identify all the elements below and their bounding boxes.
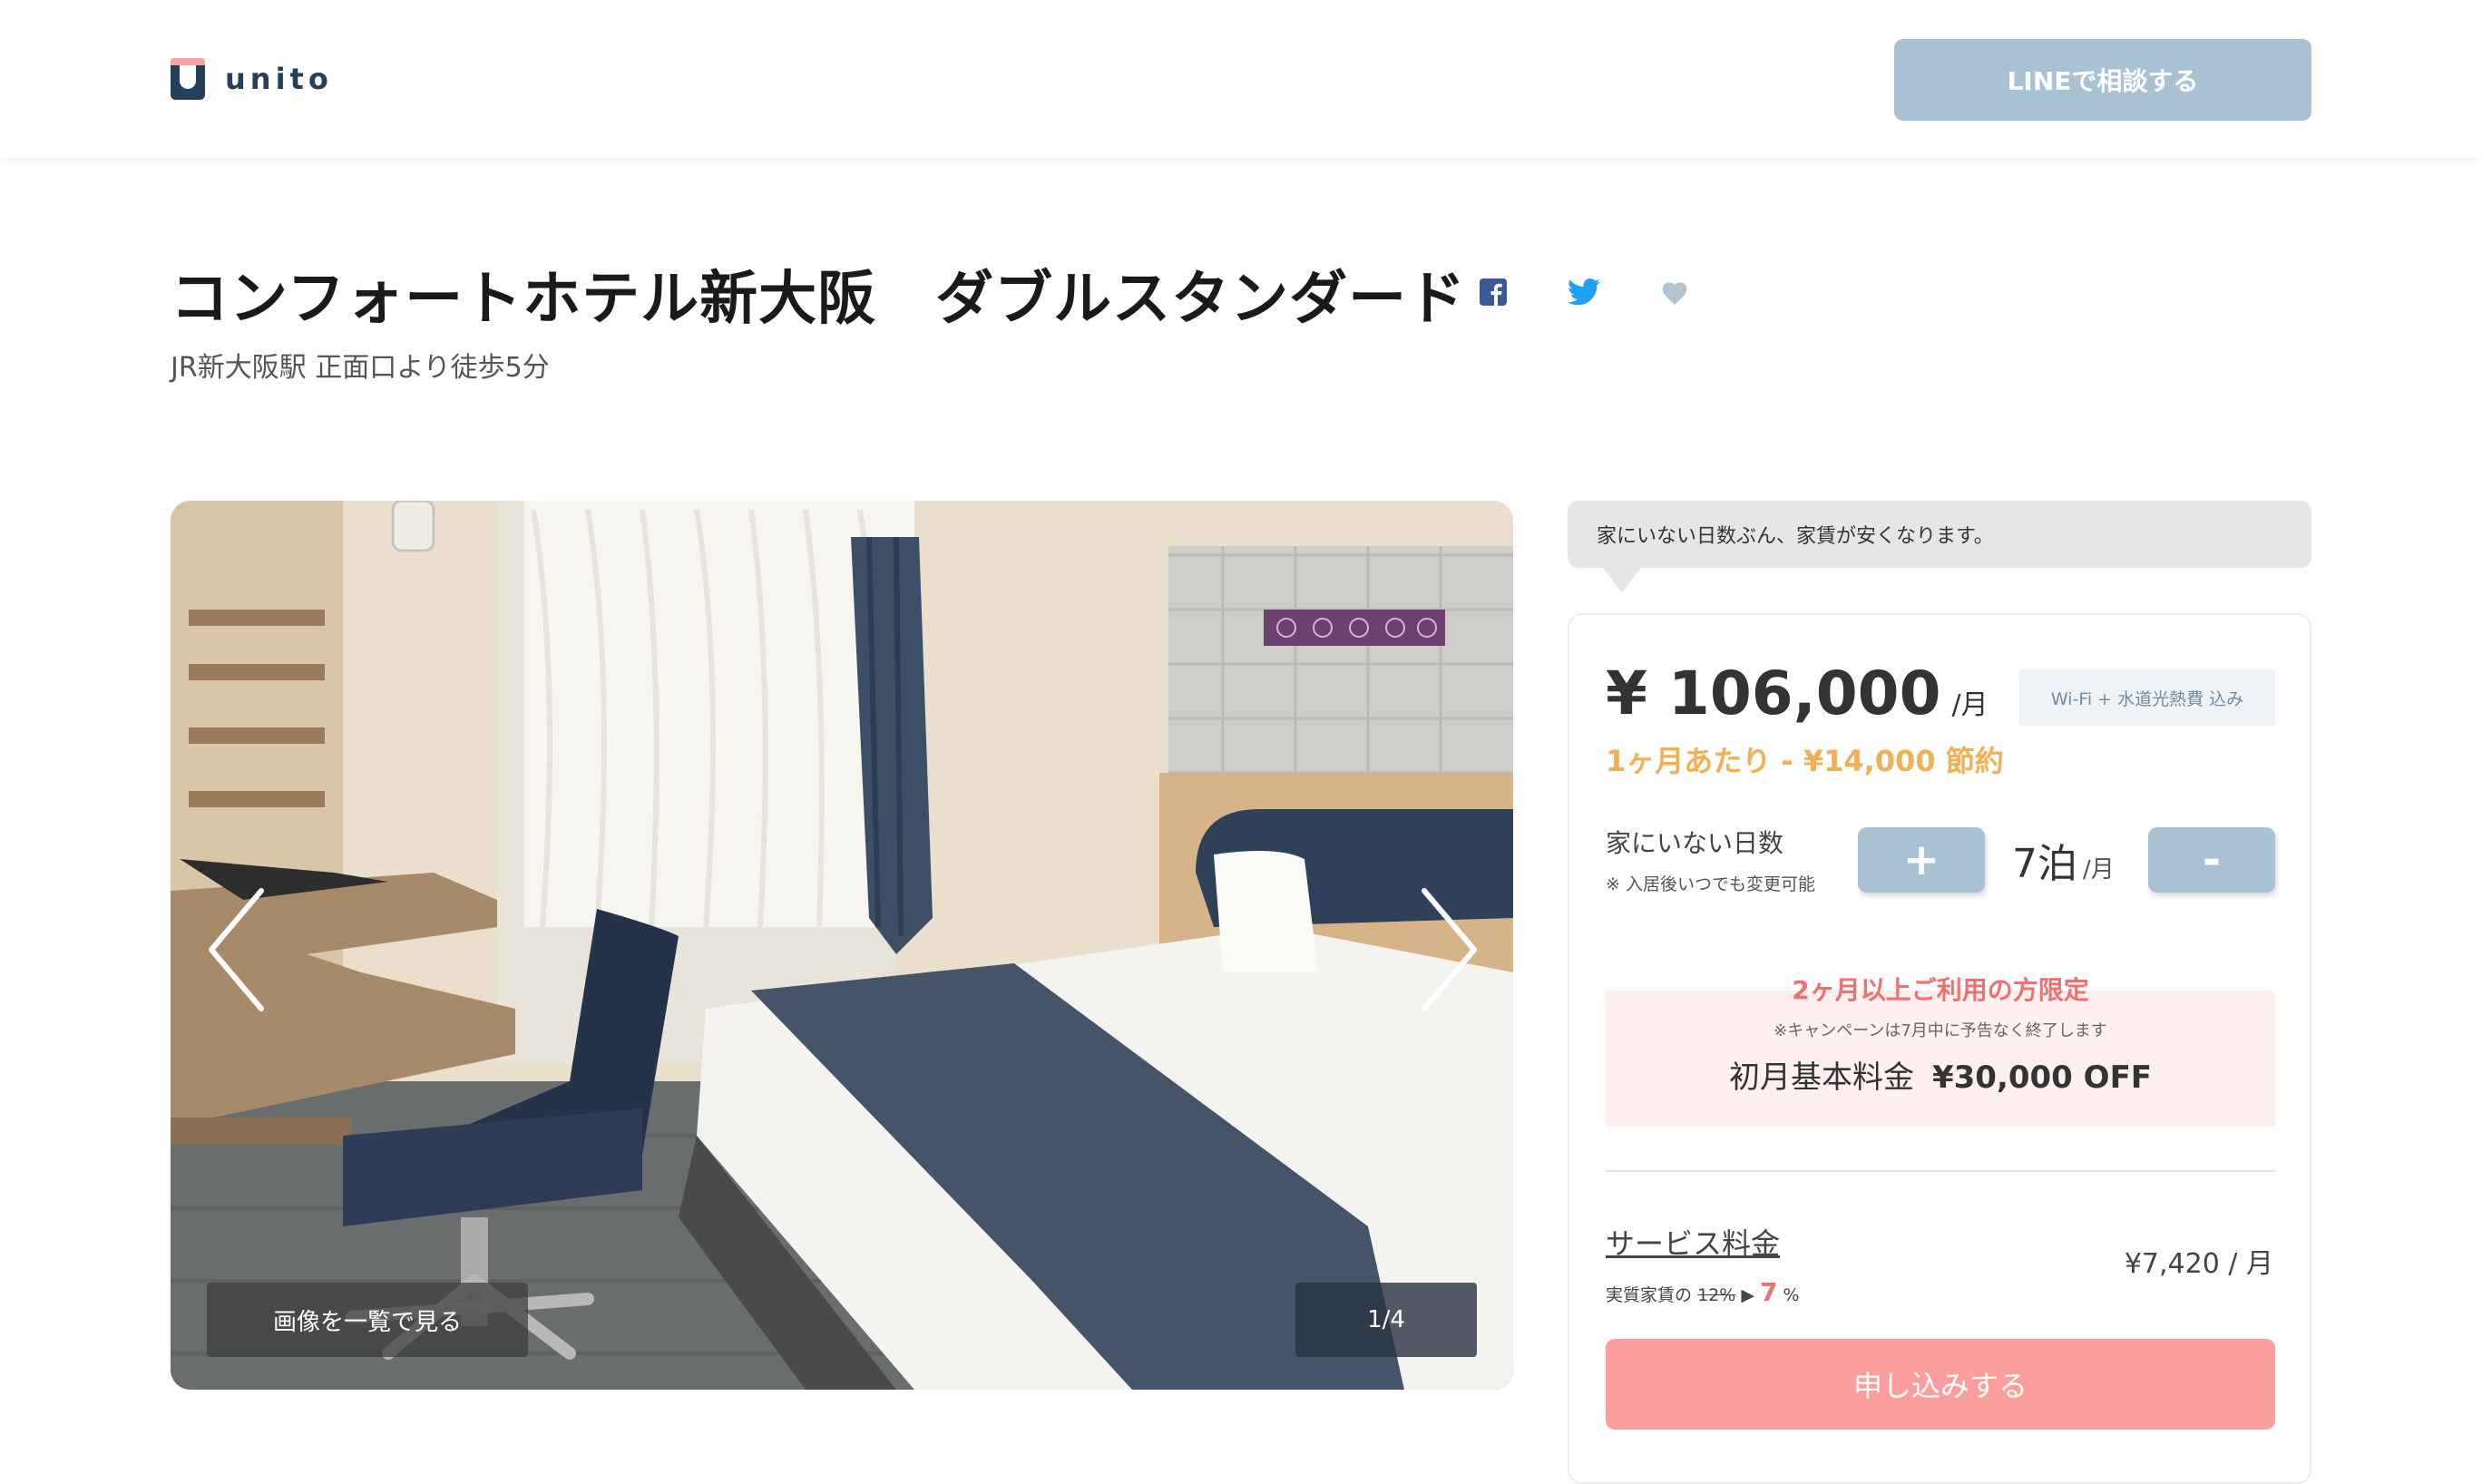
discount-banner: 家にいない日数ぶん、家賃が安くなります。 <box>1568 501 2311 568</box>
banner-tail <box>1602 566 1642 593</box>
image-counter: 1/4 <box>1295 1283 1477 1357</box>
increase-nights-button[interactable]: + <box>1858 827 1985 893</box>
next-image-button[interactable] <box>1406 882 1488 1018</box>
campaign-offer-label: 初月基本料金 <box>1728 1059 1914 1096</box>
nights-away-value: 7泊/月 <box>2012 831 2115 889</box>
campaign-offer-value: ¥30,000 OFF <box>1931 1059 2153 1096</box>
monthly-price: ¥ 106,000/月 <box>1606 659 1989 728</box>
apply-button[interactable]: 申し込みする <box>1606 1339 2275 1430</box>
pricing-card: ¥ 106,000/月 Wi-Fi + 水道光熱費 込み 1ヶ月あたり - ¥1… <box>1568 613 2311 1484</box>
included-utilities-badge: Wi-Fi + 水道光熱費 込み <box>2019 669 2275 726</box>
service-fee-price: ¥7,420 / 月 <box>2124 1248 2273 1280</box>
percent-sign: % <box>1783 1285 1800 1305</box>
rate-prefix: 実質家賃の <box>1606 1285 1693 1305</box>
monthly-savings: 1ヶ月あたり - ¥14,000 節約 <box>1606 744 2004 778</box>
prev-image-button[interactable] <box>198 882 279 1018</box>
station-access: JR新大阪駅 正面口より徒歩5分 <box>171 352 550 384</box>
room-photo <box>171 501 1513 1390</box>
nights-unit: /月 <box>2083 856 2115 884</box>
logo[interactable]: unito <box>171 58 333 100</box>
line-consult-button[interactable]: LINEで相談する <box>1894 39 2311 121</box>
room-photo-gallery[interactable]: 画像を一覧で見る 1/4 <box>171 501 1513 1390</box>
campaign-heading: 2ヶ月以上ご利用の方限定 <box>1792 975 2089 1005</box>
heart-icon[interactable] <box>1656 274 1693 310</box>
campaign-offer: 初月基本料金 ¥30,000 OFF <box>1606 1052 2275 1097</box>
new-rate: 7 <box>1760 1277 1778 1307</box>
logo-mark-icon <box>171 58 205 100</box>
price-unit: /月 <box>1951 689 1989 721</box>
decrease-nights-button[interactable]: - <box>2148 827 2275 893</box>
facebook-icon[interactable] <box>1475 274 1511 310</box>
divider <box>1606 1170 2275 1172</box>
campaign-box: ※キャンペーンは7月中に予告なく終了します 初月基本料金 ¥30,000 OFF <box>1606 991 2275 1127</box>
chevron-left-icon <box>209 888 264 1011</box>
campaign-note: ※キャンペーンは7月中に予告なく終了します <box>1774 1021 2107 1040</box>
away-days-note: ※ 入居後いつでも変更可能 <box>1606 874 1815 894</box>
view-all-images-button[interactable]: 画像を一覧で見る <box>207 1283 528 1357</box>
twitter-icon[interactable] <box>1566 274 1602 310</box>
logo-text: unito <box>225 62 333 96</box>
service-fee-link[interactable]: サービス料金 <box>1606 1221 1780 1263</box>
price-value: ¥ 106,000 <box>1606 659 1941 728</box>
site-header: unito LINEで相談する <box>0 0 2482 158</box>
page-title: コンフォートホテル新大阪 ダブルスタンダード <box>171 266 1467 333</box>
old-rate: 12% <box>1697 1285 1736 1305</box>
nights-value: 7泊 <box>2012 841 2077 887</box>
service-fee-rate: 実質家賃の 12% ▶ 7 % <box>1606 1277 1800 1307</box>
chevron-right-icon <box>1422 888 1477 1011</box>
arrow-icon: ▶ <box>1741 1285 1754 1305</box>
away-days-label: 家にいない日数 <box>1606 828 1784 858</box>
